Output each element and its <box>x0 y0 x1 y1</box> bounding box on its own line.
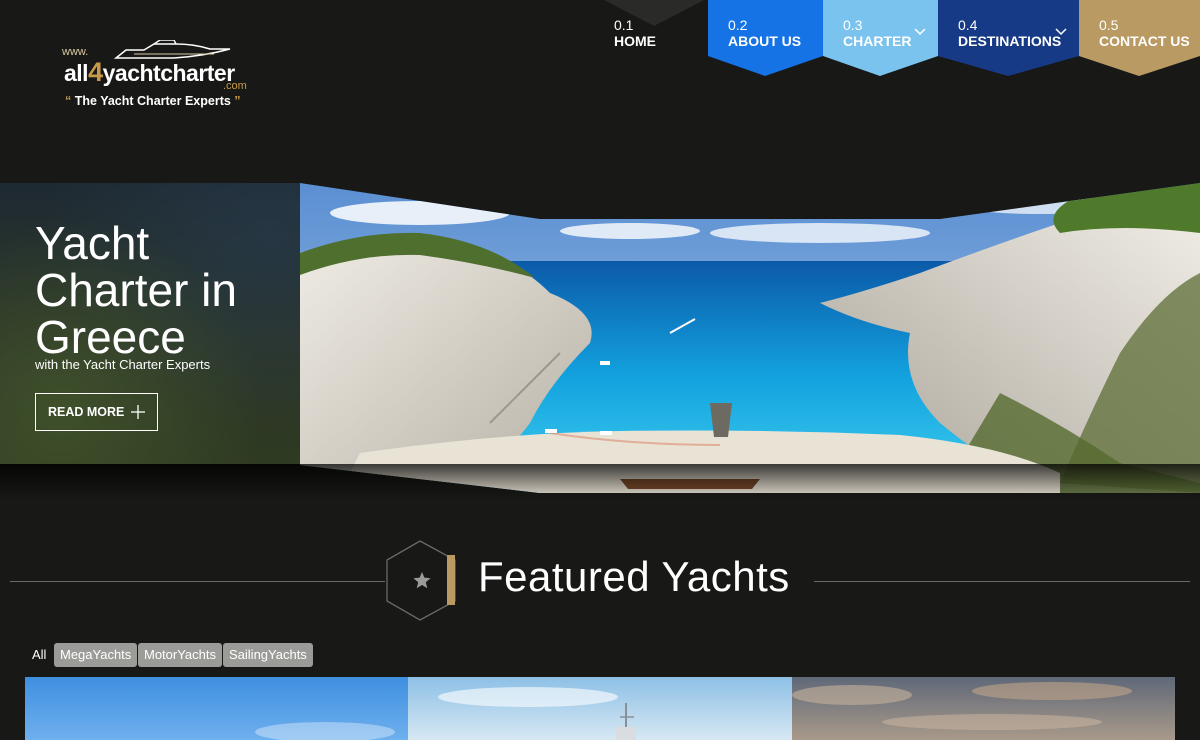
featured-rule-right <box>814 581 1190 582</box>
yacht-card[interactable] <box>792 677 1175 740</box>
filter-motoryachts[interactable]: MotorYachts <box>138 643 223 667</box>
hero-subtitle: with the Yacht Charter Experts <box>35 357 211 372</box>
nav-contact[interactable]: 0.5 CONTACT US <box>1079 0 1200 76</box>
filter-all[interactable]: All <box>26 643 52 667</box>
nav-home[interactable]: 0.1 HOME <box>600 0 708 76</box>
hero-section: Yacht Charter in Greece with the Yacht C… <box>0 183 1200 503</box>
nav-about-label: ABOUT US <box>728 33 802 49</box>
brand-post: yachtcharter <box>102 60 236 86</box>
nav-charter-num: 0.3 <box>843 17 863 33</box>
logo-com: .com <box>223 80 247 92</box>
site-logo[interactable]: www. all4yachtcharter .com “ The Yacht C… <box>60 40 260 112</box>
chevron-down-icon[interactable] <box>1055 28 1067 36</box>
brand-four: 4 <box>88 57 103 87</box>
nav-home-label: HOME <box>614 33 656 49</box>
filter-sailingyachts[interactable]: SailingYachts <box>223 643 313 667</box>
nav-charter[interactable]: 0.3 CHARTER <box>823 0 938 76</box>
logo-brand: all4yachtcharter <box>64 57 235 88</box>
nav-about-num: 0.2 <box>728 17 748 33</box>
tagline-text: The Yacht Charter Experts <box>74 94 231 108</box>
hero-shadow <box>0 464 1200 500</box>
hero-text-panel: Yacht Charter in Greece with the Yacht C… <box>0 183 300 464</box>
read-more-label: READ MORE <box>48 405 125 419</box>
logo-tagline: “ The Yacht Charter Experts ” <box>65 94 241 108</box>
nav-destinations-num: 0.4 <box>958 17 978 33</box>
nav-destinations-label: DESTINATIONS <box>958 33 1062 49</box>
nav-charter-label: CHARTER <box>843 33 912 49</box>
yacht-card[interactable] <box>408 677 792 740</box>
nav-destinations[interactable]: 0.4 DESTINATIONS <box>938 0 1079 76</box>
filter-megayachts[interactable]: MegaYachts <box>54 643 138 667</box>
yacht-card-image <box>792 677 1175 740</box>
nav-contact-label: CONTACT US <box>1099 33 1190 49</box>
hero-title: Yacht Charter in Greece <box>35 216 237 363</box>
yacht-card-image <box>408 677 792 740</box>
read-more-button[interactable]: READ MORE <box>35 393 158 431</box>
yacht-card[interactable] <box>25 677 408 740</box>
nav-contact-num: 0.5 <box>1099 17 1119 33</box>
brand-pre: all <box>64 60 89 86</box>
featured-rule-left <box>10 581 385 582</box>
hero-image-navagio-bay <box>300 183 1200 493</box>
chevron-down-icon[interactable] <box>914 28 926 36</box>
featured-hexagon-badge <box>386 540 456 621</box>
nav-about[interactable]: 0.2 ABOUT US <box>708 0 823 76</box>
plus-icon <box>131 405 145 419</box>
yacht-card-image <box>25 677 408 740</box>
nav-home-num: 0.1 <box>614 17 634 33</box>
featured-title: Featured Yachts <box>478 553 790 600</box>
